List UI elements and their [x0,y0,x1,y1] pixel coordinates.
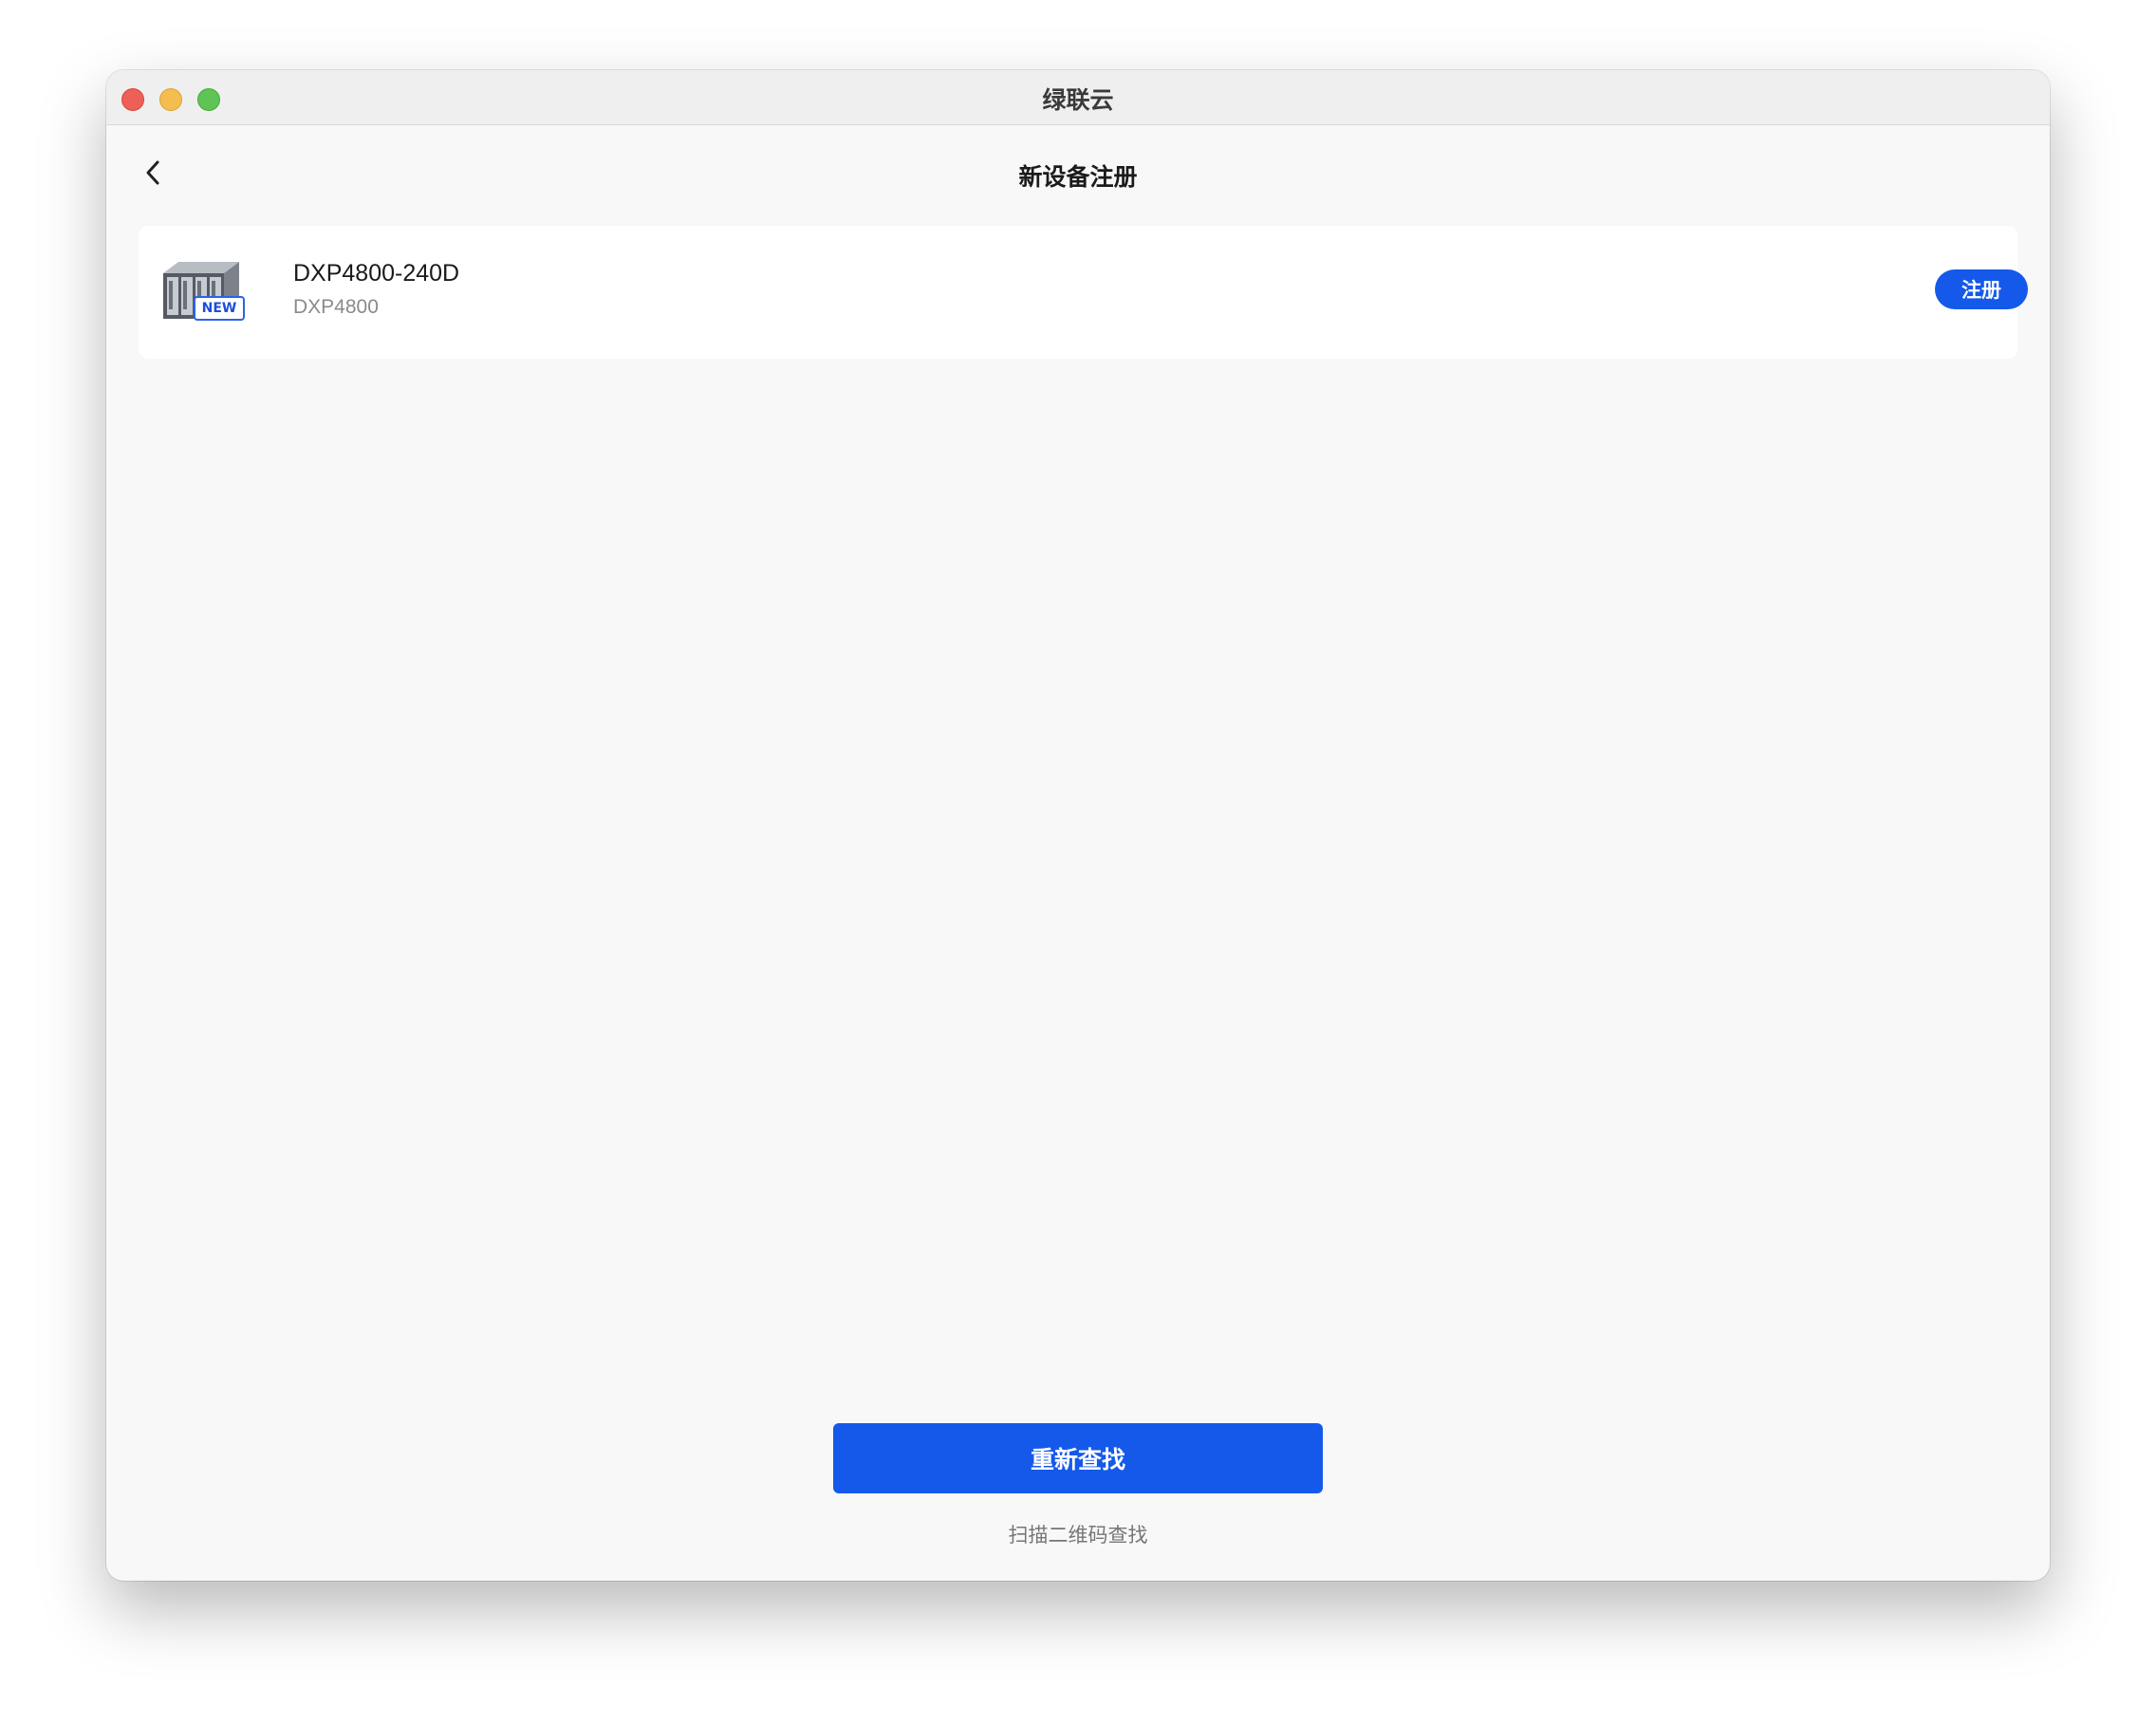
register-button[interactable]: 注册 [1935,269,2028,309]
new-badge: NEW [194,296,245,321]
window-title: 绿联云 [1042,86,1114,114]
device-card: NEW DXP4800-240D DXP4800 注册 [139,226,2028,359]
device-model: DXP4800 [293,296,379,318]
device-name: DXP4800-240D [293,260,460,287]
title-bar: 绿联云 [106,70,2050,125]
app-window: 绿联云 新设备注册 NEW DXP4800-240D DXP4800 注册 重新… [106,70,2050,1581]
nas-device-icon: NEW [159,260,245,321]
scan-qr-code-link[interactable]: 扫描二维码查找 [106,1520,2050,1548]
research-button[interactable]: 重新查找 [833,1423,1323,1493]
navigation-bar: 新设备注册 [106,125,2050,220]
page-title: 新设备注册 [1018,163,1138,191]
